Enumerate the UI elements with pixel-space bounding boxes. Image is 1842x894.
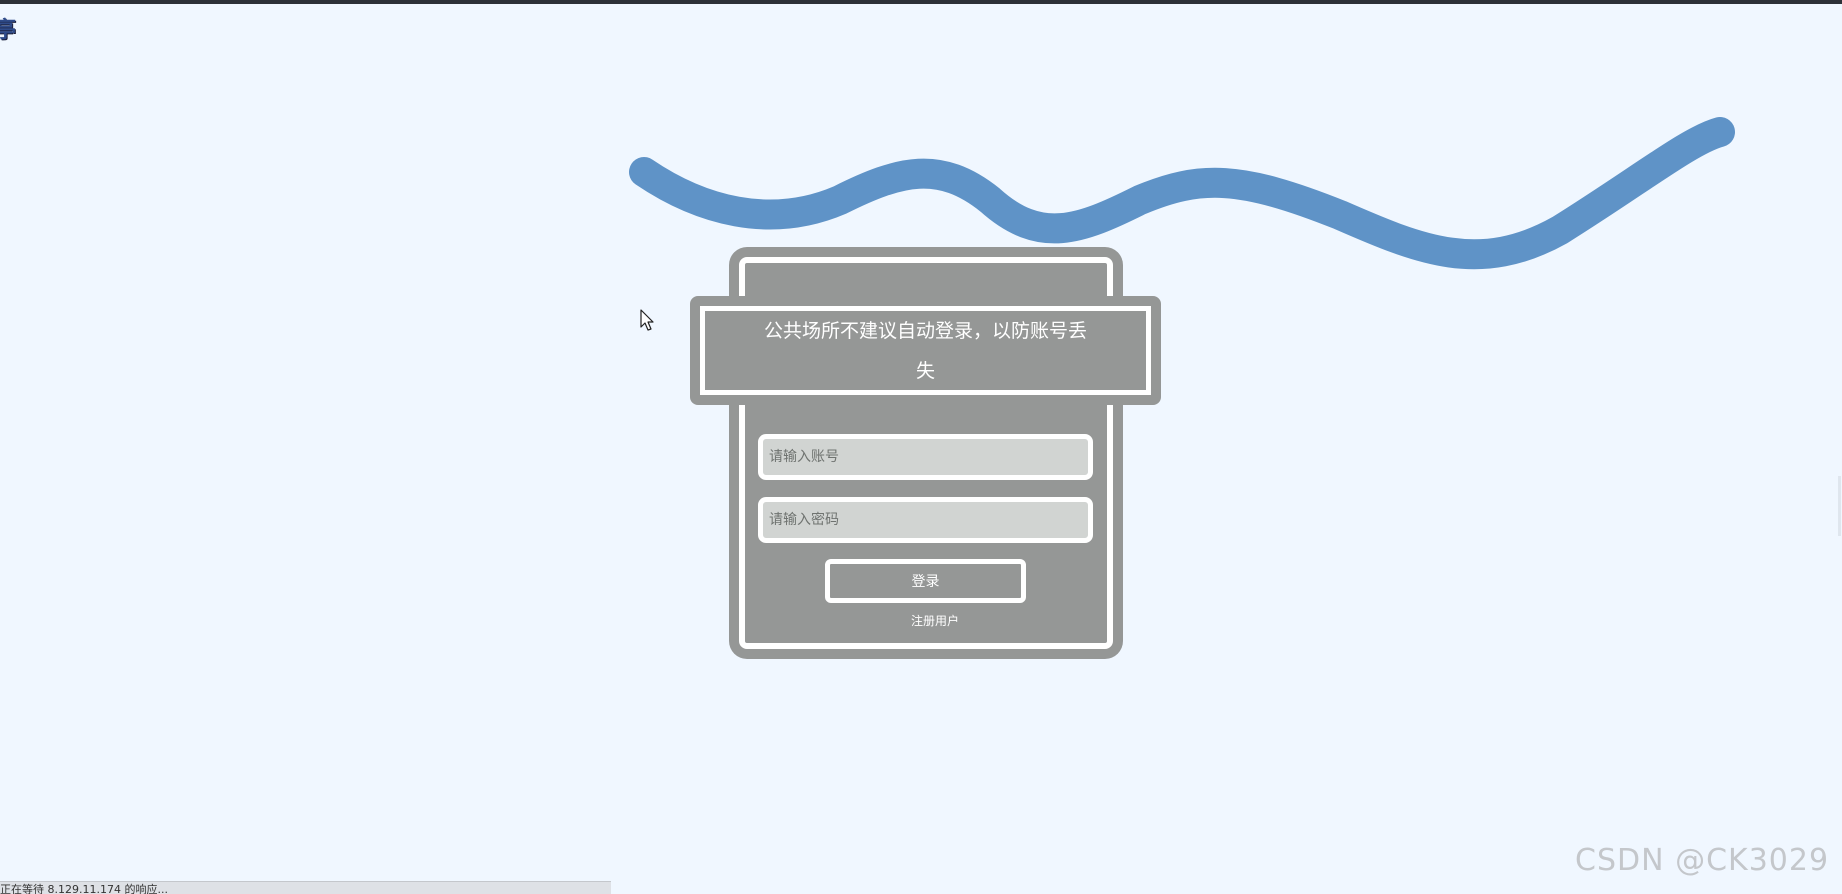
register-link[interactable]: 注册用户 [900,612,970,629]
account-input[interactable] [763,439,1088,475]
corner-logo-glyph: 亭 [0,17,17,43]
auto-login-notice: 公共场所不建议自动登录，以防账号丢失 [690,296,1161,405]
browser-status-bar: 正在等待 8.129.11.174 的响应... [0,881,611,894]
scrollbar-edge [1838,476,1841,536]
notice-text: 公共场所不建议自动登录，以防账号丢失 [763,319,1087,382]
page: 亭 公共场所不建议自动登录，以防账号丢失 登录 注册用户 正在等待 8.129.… [0,0,1842,894]
browser-top-edge [0,0,1842,4]
mouse-cursor-icon [640,309,654,331]
password-input[interactable] [763,502,1088,538]
watermark: CSDN @CK3029 [1575,843,1830,878]
login-button[interactable]: 登录 [825,559,1026,603]
wave-stroke [629,117,1735,270]
notice-frame: 公共场所不建议自动登录，以防账号丢失 [700,306,1151,395]
password-field [758,497,1093,543]
account-field [758,434,1093,480]
